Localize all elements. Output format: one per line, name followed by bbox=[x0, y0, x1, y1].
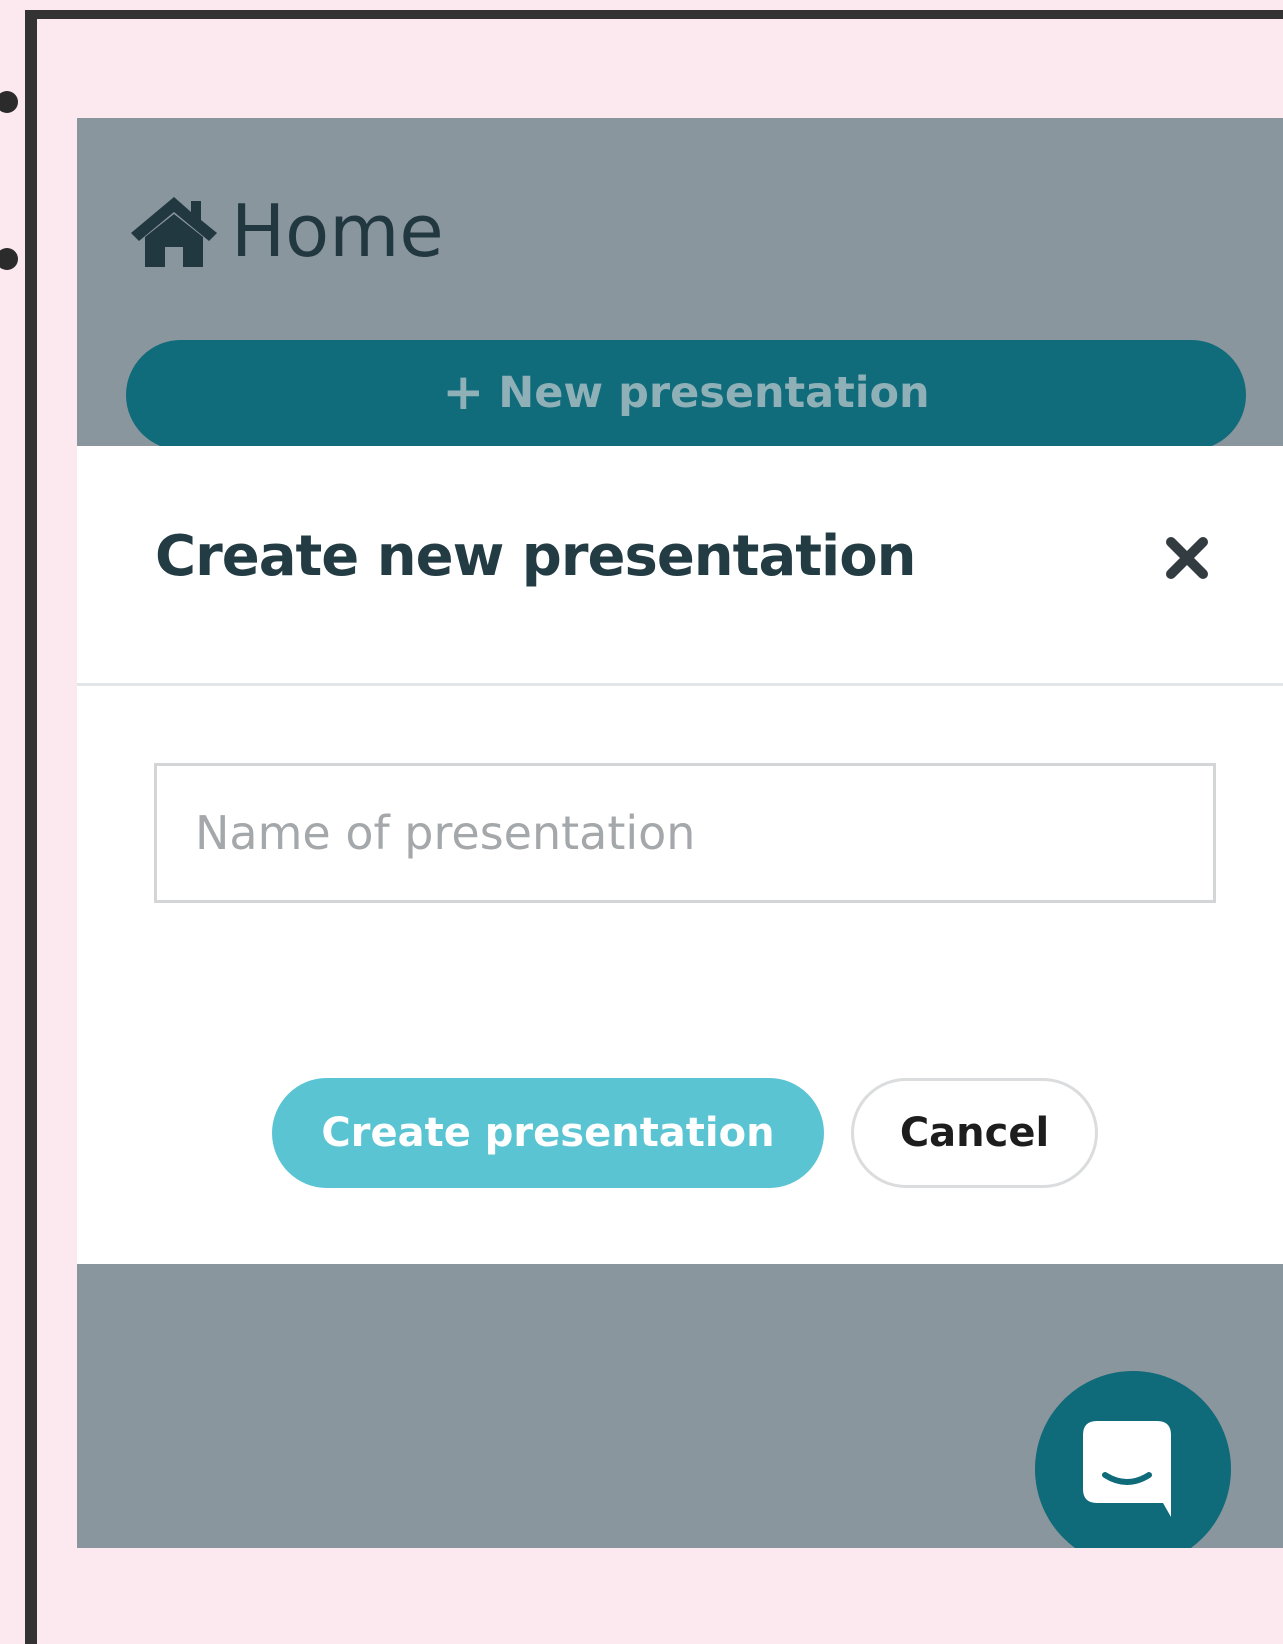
cancel-button[interactable]: Cancel bbox=[851, 1078, 1098, 1188]
frame-left-border bbox=[25, 10, 37, 1644]
create-presentation-button[interactable]: Create presentation bbox=[272, 1078, 824, 1188]
new-presentation-label: New presentation bbox=[498, 368, 930, 418]
presentation-name-input[interactable] bbox=[154, 763, 1216, 903]
dialog-divider bbox=[77, 683, 1283, 686]
chat-icon bbox=[1083, 1421, 1171, 1517]
dialog-title: Create new presentation bbox=[155, 524, 917, 589]
new-presentation-button[interactable]: + New presentation bbox=[126, 340, 1246, 450]
bullet-dot bbox=[0, 91, 18, 113]
home-icon bbox=[129, 193, 219, 269]
frame-top-border bbox=[25, 10, 1283, 19]
bullet-dot bbox=[0, 248, 18, 270]
app-screen: Home + New presentation Create new prese… bbox=[77, 118, 1283, 1548]
create-presentation-dialog: Create new presentation Create presentat… bbox=[77, 446, 1283, 1264]
close-icon[interactable] bbox=[1162, 533, 1212, 583]
page-title: Home bbox=[231, 189, 444, 273]
plus-icon: + bbox=[442, 363, 485, 421]
chat-launcher-button[interactable] bbox=[1035, 1371, 1231, 1548]
page-header: Home bbox=[129, 186, 444, 276]
